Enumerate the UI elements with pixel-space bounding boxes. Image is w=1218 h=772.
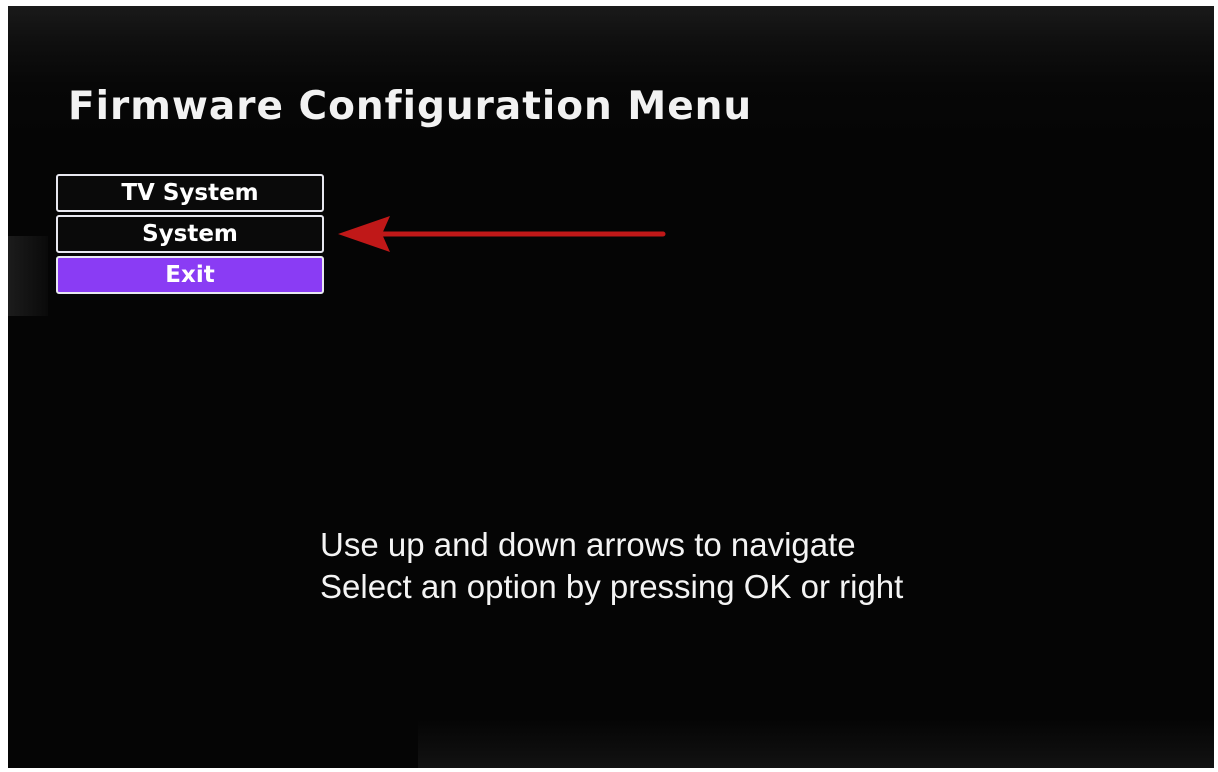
menu-item-system[interactable]: System xyxy=(56,215,324,253)
tv-screen: Firmware Configuration Menu TV System Sy… xyxy=(8,6,1214,768)
menu-item-exit[interactable]: Exit xyxy=(56,256,324,294)
menu-item-tv-system[interactable]: TV System xyxy=(56,174,324,212)
help-text: Use up and down arrows to navigate Selec… xyxy=(320,524,903,608)
help-line-navigate: Use up and down arrows to navigate xyxy=(320,526,856,563)
screen-bottom-glare xyxy=(418,720,1214,768)
page-title: Firmware Configuration Menu xyxy=(68,84,753,129)
menu-list: TV System System Exit xyxy=(56,174,324,297)
screen-edge-shade xyxy=(8,236,48,316)
help-line-select: Select an option by pressing OK or right xyxy=(320,568,904,605)
photo-frame: Firmware Configuration Menu TV System Sy… xyxy=(0,0,1218,772)
left-arrow-icon xyxy=(338,216,666,252)
